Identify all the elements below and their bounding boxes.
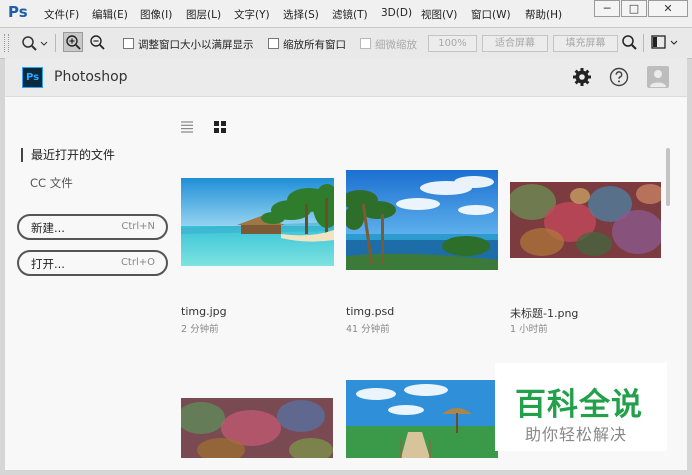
open-file-shortcut: Ctrl+O [120,257,155,268]
menu-layer[interactable]: 图层(L) [186,7,221,22]
search-icon[interactable] [621,34,639,52]
help-icon[interactable] [609,67,629,87]
minimize-button[interactable]: ─ [594,0,620,17]
zoom-tool-icon[interactable] [20,34,48,52]
resize-windows-label: 调整窗口大小以满屏显示 [138,39,254,51]
file-name[interactable]: timg.jpg [181,305,227,318]
file-modified: 41 分钟前 [346,324,390,335]
file-name[interactable]: 未标题-1.png [510,305,578,321]
zoom-all-label: 缩放所有窗口 [283,39,346,51]
menu-3d[interactable]: 3D(D) [381,7,412,19]
cc-files-link[interactable]: CC 文件 [30,175,73,191]
file-modified: 2 分钟前 [181,324,219,335]
scrubby-zoom-checkbox[interactable] [360,38,371,49]
file-thumbnail-row2-1[interactable] [181,398,333,458]
gear-icon[interactable] [572,67,592,87]
watermark-subtitle: 助你轻松解决 [525,425,628,444]
scrollbar-thumb[interactable] [666,148,670,206]
scrubby-zoom-label: 细微缩放 [375,39,417,51]
grid-view-icon[interactable] [213,120,227,134]
resize-windows-checkbox[interactable] [123,38,134,49]
file-name[interactable]: timg.psd [346,305,394,318]
workspace-switcher-icon[interactable] [651,35,681,51]
user-avatar-icon[interactable] [647,66,669,88]
menu-edit[interactable]: 编辑(E) [92,7,128,22]
fill-screen-button[interactable]: 填充屏幕 [553,35,618,52]
zoom-all-checkbox[interactable] [268,38,279,49]
menu-file[interactable]: 文件(F) [44,7,79,22]
file-thumbnail-timg-psd[interactable] [346,170,498,270]
zoom-100-button[interactable]: 100% [428,35,477,52]
grip-handle[interactable] [4,34,9,52]
new-file-shortcut: Ctrl+N [121,221,155,232]
start-workspace: Ps Photoshop 最近打开的文件 CC 文件 新建... Ctrl+N … [5,58,687,470]
file-modified: 1 小时前 [510,324,548,335]
file-thumbnail-timg-jpg[interactable] [181,178,334,266]
file-thumbnail-row2-2[interactable] [346,380,498,458]
menu-image[interactable]: 图像(I) [140,7,172,22]
menu-type[interactable]: 文字(Y) [234,7,270,22]
new-file-button[interactable]: 新建... Ctrl+N [17,214,168,240]
watermark-title: 百科全说 [515,387,643,423]
app-logo: Ps [8,3,28,21]
app-title: Photoshop [54,69,128,85]
options-bar: 调整窗口大小以满屏显示 缩放所有窗口 细微缩放 100% 适合屏幕 填充屏幕 [0,28,692,59]
separator [55,34,56,52]
zoom-in-button[interactable] [63,32,83,52]
close-button[interactable]: ✕ [648,0,688,17]
zoom-out-icon[interactable] [88,33,106,51]
menu-select[interactable]: 选择(S) [283,7,319,22]
recent-files-heading[interactable]: 最近打开的文件 [21,148,115,162]
watermark: 百科全说 助你轻松解决 [495,363,667,451]
menu-bar: Ps 文件(F) 编辑(E) 图像(I) 图层(L) 文字(Y) 选择(S) 滤… [0,0,692,28]
open-file-button[interactable]: 打开... Ctrl+O [17,250,168,276]
menu-filter[interactable]: 滤镜(T) [332,7,368,22]
separator [643,34,644,52]
menu-help[interactable]: 帮助(H) [525,7,562,22]
menu-window[interactable]: 窗口(W) [471,7,511,22]
new-file-label: 新建... [31,221,65,235]
maximize-button[interactable]: □ [621,0,647,17]
fit-screen-button[interactable]: 适合屏幕 [482,35,548,52]
workspace-header: Ps Photoshop [5,58,687,97]
photoshop-badge: Ps [22,67,43,88]
zoom-in-icon [66,35,81,50]
menu-view[interactable]: 视图(V) [421,7,457,22]
list-view-icon[interactable] [180,120,194,134]
file-thumbnail-untitled-png[interactable] [510,182,661,258]
open-file-label: 打开... [31,257,65,271]
